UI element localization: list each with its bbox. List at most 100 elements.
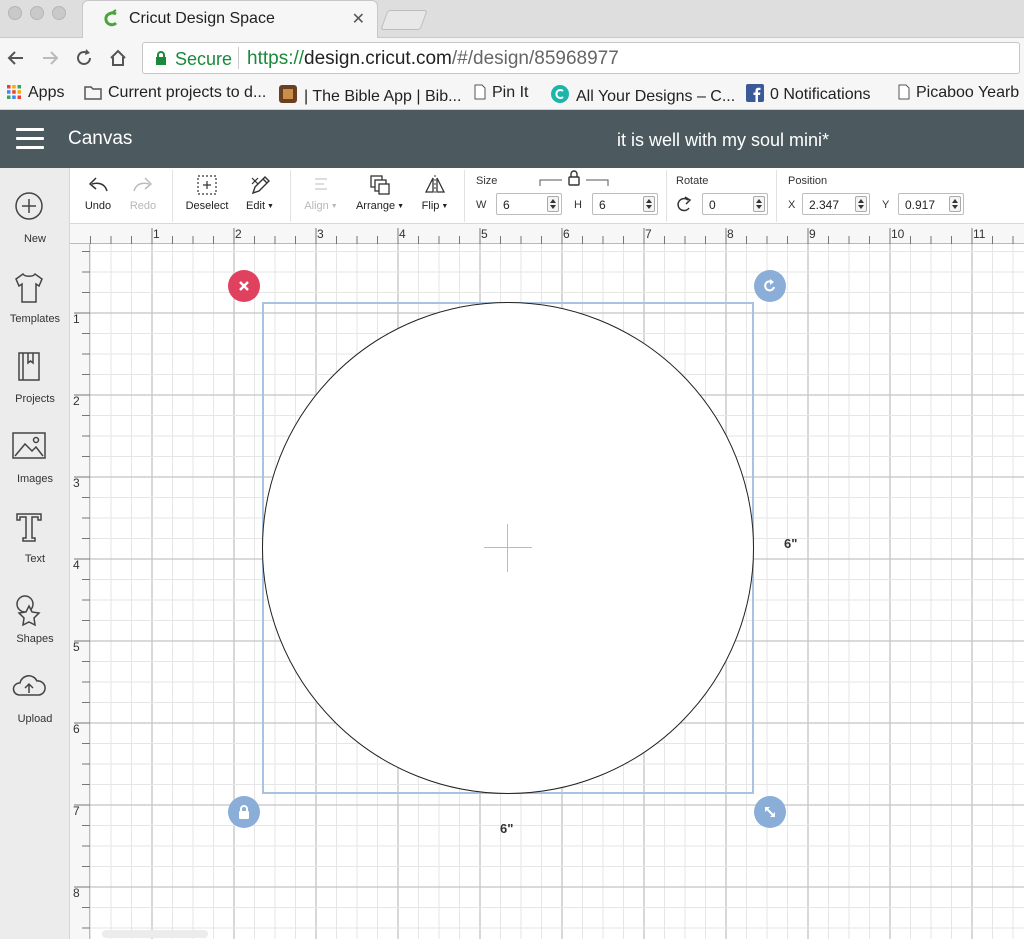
page-title: Canvas: [68, 128, 133, 149]
align-dropdown-button[interactable]: Align ▼: [298, 168, 344, 224]
sidebar-item-images[interactable]: Images: [0, 422, 70, 492]
undo-button[interactable]: Undo: [80, 168, 116, 224]
toolbar-divider: [666, 170, 667, 222]
tab-close-icon[interactable]: ✕: [352, 9, 365, 29]
top-ruler: 1 2 3 4 5 6 7 8 9 10 11: [70, 224, 1024, 244]
redo-icon: [133, 177, 153, 192]
width-input[interactable]: 6: [496, 193, 562, 215]
center-crosshair: [507, 524, 508, 572]
edit-dropdown-button[interactable]: Edit ▼: [240, 168, 280, 224]
close-x-icon: [239, 281, 249, 291]
left-ruler-ticks: [74, 251, 90, 929]
url-scheme: https://: [247, 48, 305, 69]
back-arrow-icon[interactable]: [6, 48, 26, 68]
bookmark-apps[interactable]: Apps: [6, 84, 64, 102]
sidebar-item-label: Images: [16, 473, 54, 485]
plus-circle-icon: [15, 192, 43, 220]
height-input[interactable]: 6: [592, 193, 658, 215]
x-position-stepper[interactable]: [855, 196, 867, 212]
browser-tab-bar: Cricut Design Space ✕: [0, 0, 1024, 38]
bookmark-label: Picaboo Yearb: [916, 84, 1020, 101]
ruler-number: 7: [645, 227, 652, 241]
center-crosshair: [484, 547, 532, 548]
bookmark-label: Current projects to d...: [108, 84, 267, 101]
new-tab-button[interactable]: [380, 10, 428, 30]
bookmark-pin-it[interactable]: Pin It: [474, 84, 528, 102]
horizontal-scrollbar[interactable]: [102, 930, 208, 938]
url-separator: [238, 47, 239, 69]
url-path: /#/design/85968977: [451, 48, 619, 69]
edit-pencil-icon: [251, 176, 270, 195]
rotate-stepper[interactable]: [753, 196, 765, 212]
bookmark-label: | The Bible App | Bib...: [304, 88, 462, 105]
sidebar-item-text[interactable]: Text: [0, 502, 70, 572]
left-sidebar: New Templates Projects Images Text Shape…: [0, 168, 70, 939]
y-position-value: 0.917: [905, 198, 936, 212]
reload-icon[interactable]: [74, 48, 94, 68]
height-dimension-label: 6": [784, 536, 798, 551]
sidebar-item-upload[interactable]: Upload: [0, 662, 70, 732]
deselect-icon: [197, 175, 217, 195]
sidebar-item-projects[interactable]: Projects: [0, 342, 70, 412]
redo-button[interactable]: Redo: [126, 168, 160, 224]
bookmark-label: 0 Notifications: [770, 86, 871, 103]
ruler-number: 4: [399, 227, 406, 241]
width-label: W: [476, 199, 487, 211]
x-position-input[interactable]: 2.347: [802, 193, 870, 215]
sidebar-item-label: Templates: [9, 313, 61, 325]
left-ruler: 1 2 3 4 5 6 7 8: [70, 244, 90, 939]
apps-grid-icon: [7, 85, 21, 99]
arrange-dropdown-button[interactable]: Arrange ▼: [350, 168, 410, 224]
bookmark-bible-app[interactable]: | The Bible App | Bib...: [278, 84, 461, 106]
flip-dropdown-button[interactable]: Flip ▼: [416, 168, 454, 224]
ruler-number: 3: [317, 227, 324, 241]
align-icon: [315, 178, 327, 190]
lock-proportions-handle[interactable]: [228, 796, 260, 828]
edit-label: Edit: [246, 200, 266, 212]
sidebar-item-shapes[interactable]: Shapes: [0, 582, 70, 652]
size-lock-icon[interactable]: [538, 170, 610, 188]
bookmark-picaboo[interactable]: Picaboo Yearb: [898, 84, 1019, 102]
y-position-input[interactable]: 0.917: [898, 193, 964, 215]
image-icon: [12, 432, 46, 459]
rotate-input[interactable]: 0: [702, 193, 768, 215]
ruler-number: 7: [73, 804, 80, 818]
cricut-icon: [551, 85, 569, 103]
toolbar-divider: [290, 170, 291, 222]
sidebar-item-templates[interactable]: Templates: [0, 262, 70, 332]
maximize-window-button[interactable]: [52, 6, 66, 20]
height-stepper[interactable]: [643, 196, 655, 212]
width-stepper[interactable]: [547, 196, 559, 212]
close-window-button[interactable]: [8, 6, 22, 20]
browser-tab[interactable]: Cricut Design Space ✕: [82, 0, 378, 38]
y-position-stepper[interactable]: [949, 196, 961, 212]
deselect-button[interactable]: Deselect: [182, 168, 232, 224]
ruler-number: 9: [809, 227, 816, 241]
menu-hamburger-icon[interactable]: [16, 128, 44, 150]
sidebar-item-new[interactable]: New: [0, 182, 70, 252]
bookmark-facebook[interactable]: 0 Notifications: [746, 84, 871, 104]
toolbar-divider: [464, 170, 465, 222]
rotate-handle[interactable]: [754, 270, 786, 302]
resize-handle[interactable]: [754, 796, 786, 828]
url-host: design.cricut.com: [304, 48, 452, 69]
design-canvas[interactable]: 1 2 3 4 5 6 7 8 9 10 11 1 2 3 4 5 6 7 8: [70, 224, 1024, 939]
address-bar[interactable]: Secure https://design.cricut.com/#/desig…: [142, 42, 1020, 74]
chevron-down-icon: ▼: [267, 203, 274, 210]
forward-arrow-icon[interactable]: [40, 48, 60, 68]
undo-icon: [88, 177, 108, 192]
sidebar-item-label: Upload: [17, 713, 53, 725]
notebook-icon: [18, 352, 40, 381]
ruler-number: 2: [73, 394, 80, 408]
flip-label: Flip: [421, 200, 440, 212]
minimize-window-button[interactable]: [30, 6, 44, 20]
bookmark-all-your-designs[interactable]: All Your Designs – C...: [550, 84, 735, 106]
circle-shape[interactable]: [262, 302, 754, 794]
flip-icon: [424, 175, 446, 195]
bookmark-current-projects[interactable]: Current projects to d...: [84, 84, 266, 102]
delete-handle[interactable]: [228, 270, 260, 302]
ruler-number: 5: [481, 227, 488, 241]
sidebar-item-label: Text: [24, 553, 46, 565]
home-icon[interactable]: [108, 48, 128, 68]
secure-label: Secure: [175, 49, 233, 69]
